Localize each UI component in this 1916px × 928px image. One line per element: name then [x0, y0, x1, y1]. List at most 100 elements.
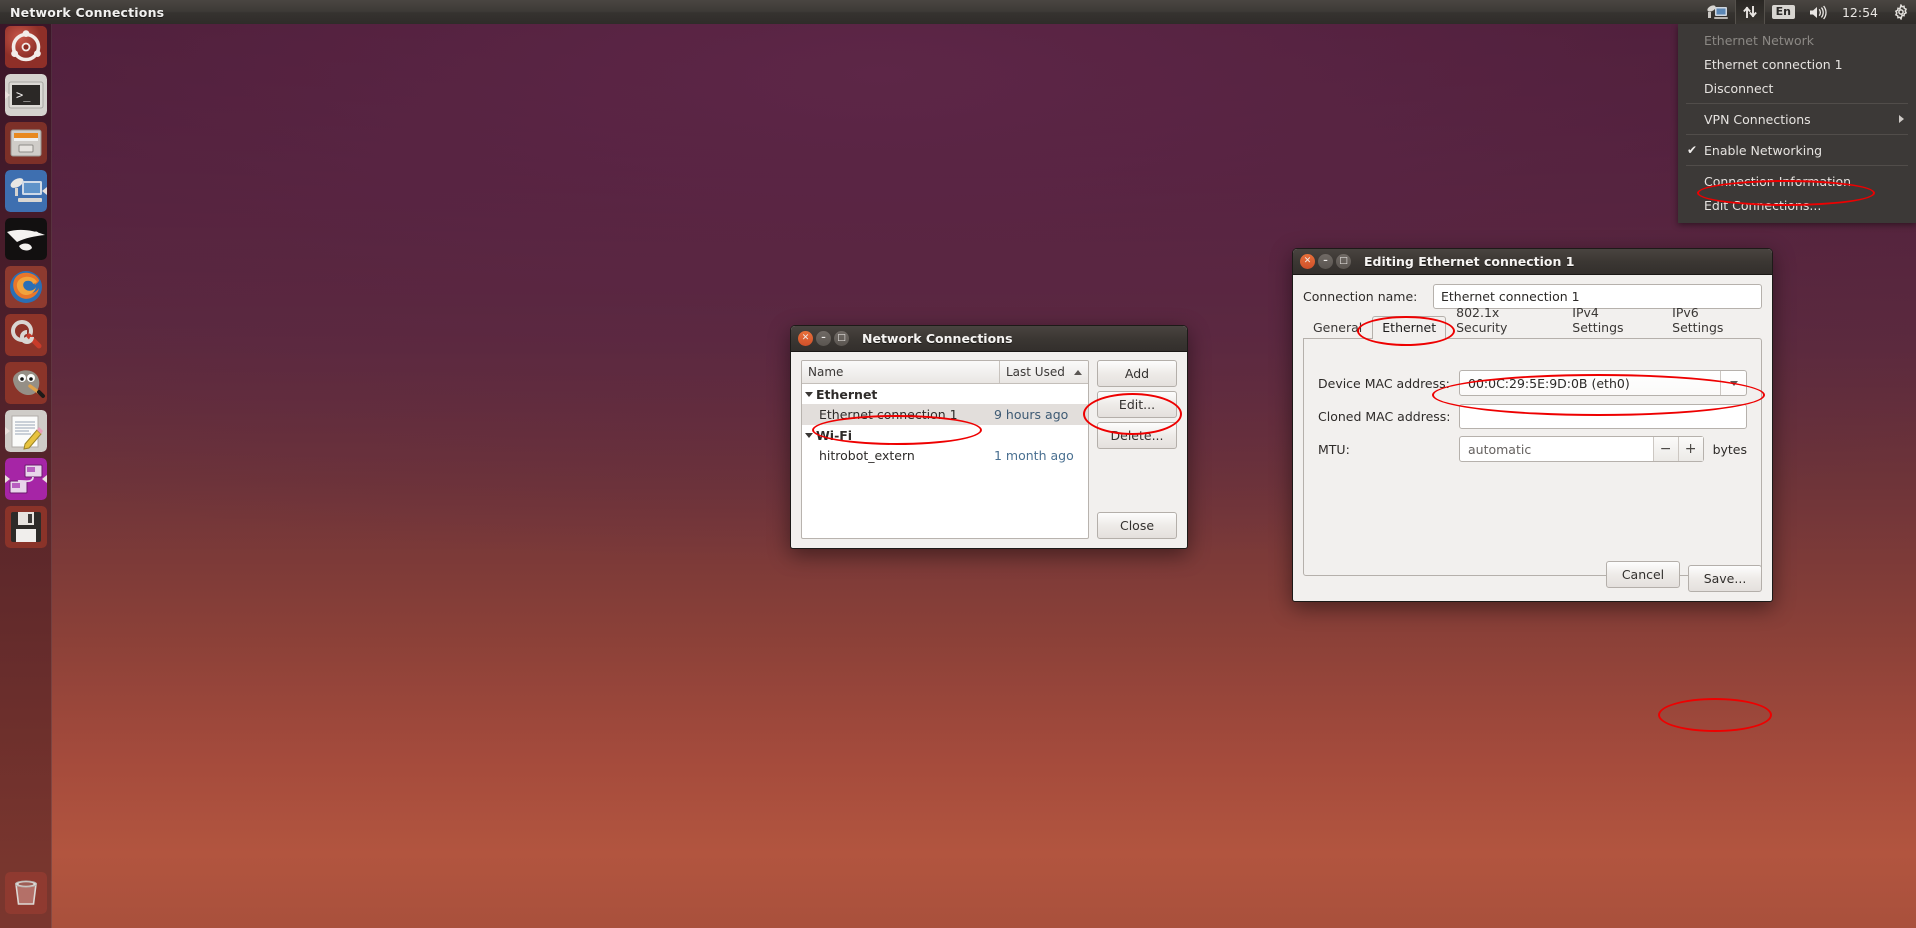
maximize-icon[interactable]: □: [1336, 254, 1351, 269]
top-panel: Network Connections En 12:54: [0, 0, 1916, 24]
tab-general[interactable]: General: [1303, 316, 1372, 339]
text-editor-icon: [5, 410, 47, 452]
launcher-item-ubuntu-dash[interactable]: [5, 26, 47, 68]
keyboard-layout-indicator[interactable]: En: [1765, 0, 1802, 24]
list-group-wifi[interactable]: Wi-Fi: [802, 425, 1088, 445]
menu-item-disconnect[interactable]: Disconnect: [1678, 76, 1916, 100]
launcher-item-terminal[interactable]: >_: [5, 74, 47, 116]
close-icon[interactable]: ✕: [1300, 254, 1315, 269]
system-settings-indicator[interactable]: [1886, 0, 1916, 24]
minimize-icon[interactable]: –: [816, 331, 831, 346]
add-button[interactable]: Add: [1097, 360, 1177, 387]
network-connections-body: Name Last Used Ethernet Ethernet connect…: [791, 352, 1187, 548]
mtu-stepper-buttons: − +: [1652, 437, 1703, 461]
delete-button[interactable]: Delete...: [1097, 422, 1177, 449]
edit-button[interactable]: Edit...: [1097, 391, 1177, 418]
launcher-item-trash[interactable]: [5, 872, 47, 914]
launcher-item-remote-desktop[interactable]: [5, 170, 47, 212]
launcher-item-files[interactable]: [5, 122, 47, 164]
menu-item-enable-networking[interactable]: ✔ Enable Networking: [1678, 138, 1916, 162]
window-titlebar[interactable]: ✕ – □ Network Connections: [791, 326, 1187, 352]
chevron-down-icon[interactable]: [1720, 371, 1746, 395]
cancel-button[interactable]: Cancel: [1606, 561, 1680, 588]
device-mac-combo[interactable]: 00:0C:29:5E:9D:0B (eth0): [1459, 370, 1747, 396]
workspace-switcher-icon: [5, 458, 47, 500]
launcher-item-disk[interactable]: [5, 506, 47, 548]
mtu-increment-button[interactable]: +: [1677, 437, 1703, 461]
editing-window-body: Connection name: Ethernet connection 1 G…: [1293, 275, 1772, 576]
remote-desktop-indicator[interactable]: [1699, 0, 1735, 24]
menu-item-label: Enable Networking: [1704, 142, 1823, 158]
network-icon: [1742, 6, 1757, 18]
mtu-decrement-button[interactable]: −: [1652, 437, 1678, 461]
tab-ethernet[interactable]: Ethernet: [1372, 316, 1447, 339]
device-mac-value: 00:0C:29:5E:9D:0B (eth0): [1468, 375, 1630, 391]
connection-name: Ethernet connection 1: [819, 407, 958, 422]
close-icon[interactable]: ✕: [798, 331, 813, 346]
device-mac-label: Device MAC address:: [1318, 375, 1450, 391]
mtu-row: MTU: automatic − + bytes: [1318, 435, 1747, 463]
menu-item-label: VPN Connections: [1704, 111, 1811, 127]
network-indicator[interactable]: [1734, 0, 1765, 24]
launcher-item-text-editor[interactable]: [5, 410, 47, 452]
volume-indicator[interactable]: [1802, 0, 1834, 24]
launcher-item-system-settings[interactable]: [5, 314, 47, 356]
table-row-hitrobot-extern[interactable]: hitrobot_extern 1 month ago: [802, 445, 1088, 466]
connections-list[interactable]: Name Last Used Ethernet Ethernet connect…: [801, 360, 1089, 539]
window-title: Editing Ethernet connection 1: [1364, 254, 1575, 269]
tab-ipv4-settings[interactable]: IPv4 Settings: [1562, 301, 1662, 339]
cloned-mac-input[interactable]: [1459, 403, 1747, 429]
chevron-down-icon: [805, 391, 813, 397]
launcher-focused-pip: [42, 187, 47, 195]
firefox-icon: [5, 266, 47, 308]
chevron-right-icon: [1899, 115, 1904, 123]
unity-launcher: >_: [0, 24, 52, 928]
amazon-icon: [5, 218, 47, 260]
column-header-last-used[interactable]: Last Used: [1000, 361, 1088, 383]
menu-item-ethernet-connection-1[interactable]: Ethernet connection 1: [1678, 52, 1916, 76]
files-icon: [5, 122, 47, 164]
menu-item-vpn-connections[interactable]: VPN Connections: [1678, 107, 1916, 131]
mtu-stepper[interactable]: automatic − +: [1459, 436, 1704, 462]
launcher-item-firefox[interactable]: [5, 266, 47, 308]
remote-desktop-icon: [1706, 5, 1728, 19]
connections-button-column: Add Edit... Delete... Close: [1097, 360, 1177, 539]
volume-icon: [1809, 5, 1827, 19]
window-title: Network Connections: [862, 331, 1013, 346]
gear-icon: [1894, 4, 1908, 20]
table-row-ethernet-connection-1[interactable]: Ethernet connection 1 9 hours ago: [802, 404, 1088, 425]
list-header: Name Last Used: [802, 361, 1088, 384]
menu-separator: [1686, 165, 1908, 166]
system-settings-icon: [5, 314, 47, 356]
menu-item-edit-connections[interactable]: Edit Connections...: [1678, 193, 1916, 217]
menu-separator: [1686, 134, 1908, 135]
launcher-item-amazon[interactable]: [5, 218, 47, 260]
maximize-icon[interactable]: □: [834, 331, 849, 346]
gimp-icon: [5, 362, 47, 404]
check-icon: ✔: [1687, 143, 1698, 157]
device-mac-row: Device MAC address: 00:0C:29:5E:9D:0B (e…: [1318, 369, 1747, 397]
chevron-down-icon: [805, 432, 813, 438]
window-titlebar[interactable]: ✕ – □ Editing Ethernet connection 1: [1293, 249, 1772, 275]
settings-tabs: General Ethernet 802.1x Security IPv4 Se…: [1303, 305, 1762, 339]
launcher-item-workspace-switcher[interactable]: [5, 458, 47, 500]
tab-ipv6-settings[interactable]: IPv6 Settings: [1662, 301, 1762, 339]
save-button[interactable]: Save...: [1688, 565, 1762, 592]
tab-802-1x-security[interactable]: 802.1x Security: [1446, 301, 1562, 339]
list-group-ethernet[interactable]: Ethernet: [802, 384, 1088, 404]
close-button[interactable]: Close: [1097, 512, 1177, 539]
panel-indicator-area: En 12:54: [1699, 0, 1916, 24]
menu-separator: [1686, 103, 1908, 104]
launcher-item-gimp[interactable]: [5, 362, 47, 404]
terminal-icon: >_: [5, 74, 47, 116]
keyboard-layout-label: En: [1771, 5, 1795, 19]
minimize-icon[interactable]: –: [1318, 254, 1333, 269]
menu-item-connection-information[interactable]: Connection Information: [1678, 169, 1916, 193]
trash-icon: [5, 872, 47, 914]
launcher-focused-pip: [42, 475, 47, 483]
clock-indicator[interactable]: 12:54: [1834, 0, 1886, 24]
group-label: Wi-Fi: [816, 427, 853, 443]
ethernet-tab-panel: Device MAC address: 00:0C:29:5E:9D:0B (e…: [1303, 338, 1762, 576]
column-header-name[interactable]: Name: [802, 361, 1000, 383]
launcher-running-pip: [5, 91, 10, 99]
